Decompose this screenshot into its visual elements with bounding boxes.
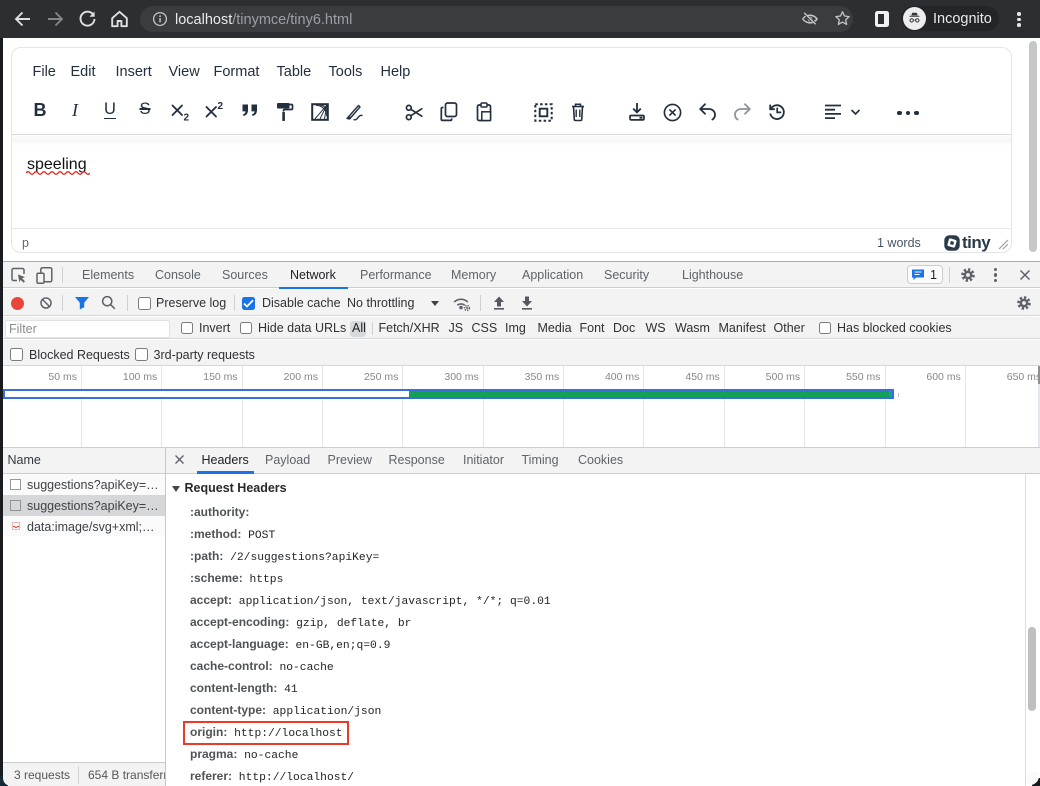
svg-text:2: 2 bbox=[184, 113, 190, 122]
svg-text:2: 2 bbox=[218, 101, 224, 112]
